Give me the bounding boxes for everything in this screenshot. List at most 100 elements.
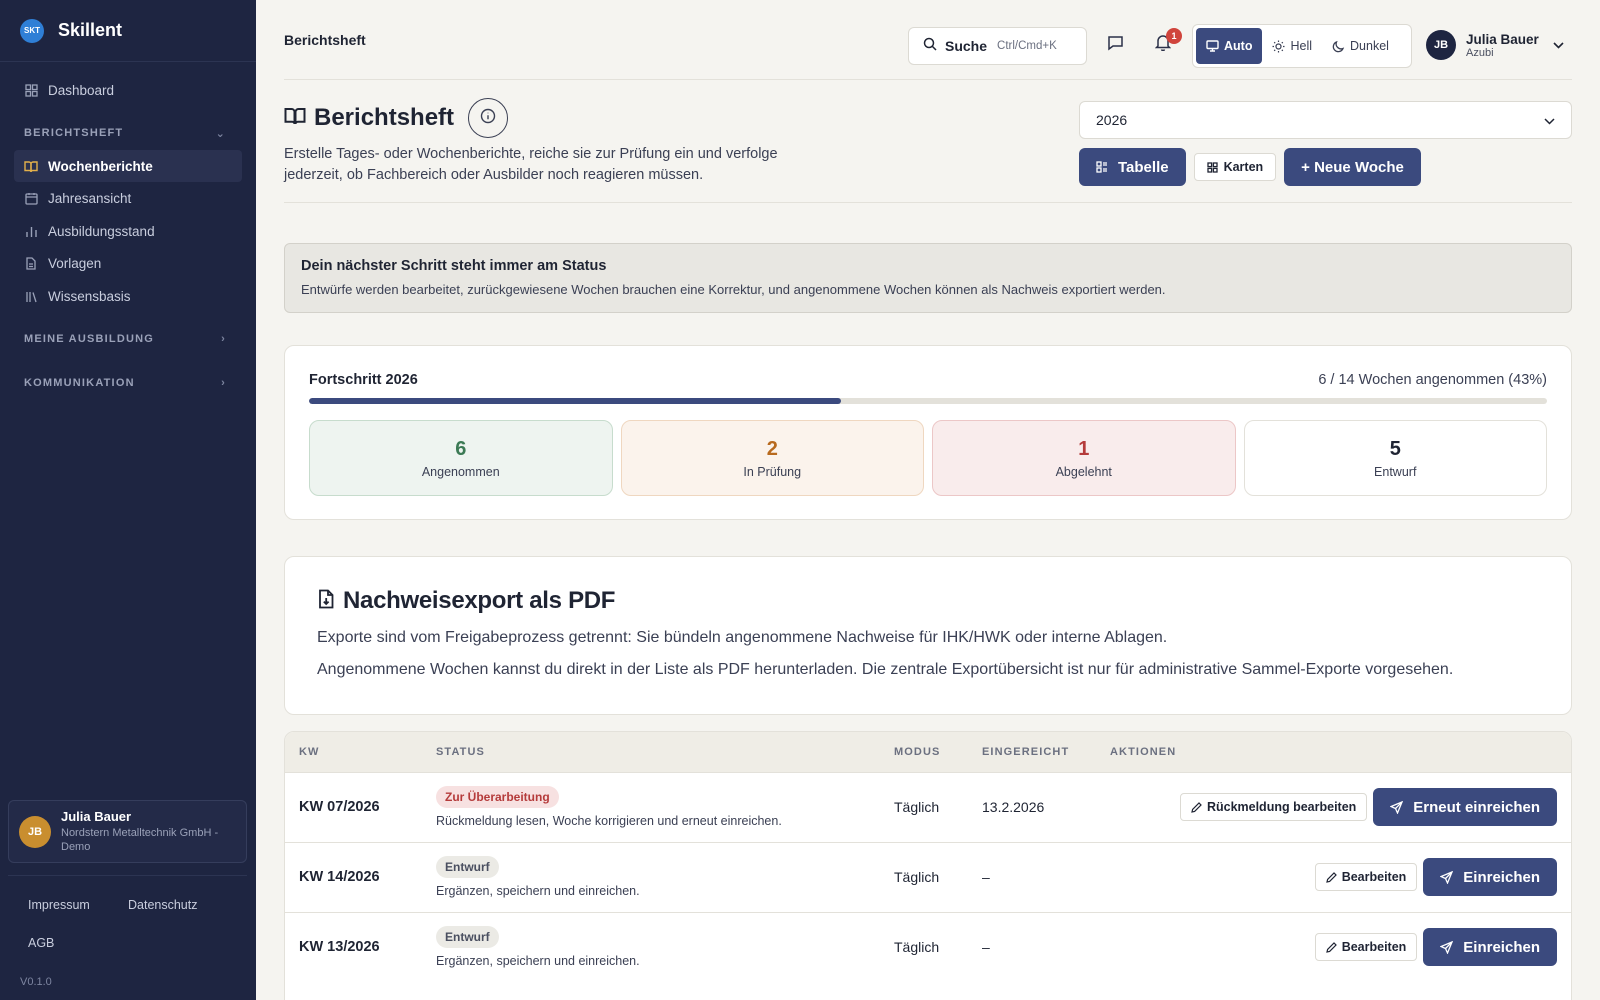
library-icon (24, 289, 38, 303)
row-submitted: – (982, 869, 990, 885)
submit-button[interactable]: Einreichen (1423, 858, 1557, 896)
sidebar-item-dashboard[interactable]: Dashboard (14, 74, 242, 106)
stat-value: 6 (455, 437, 467, 460)
brand-name: Skillent (58, 20, 123, 40)
stat-in-review[interactable]: 2 In Prüfung (620, 420, 924, 496)
column-header-mode[interactable]: MODUS (880, 732, 968, 772)
export-text-2: Angenommene Wochen kannst du direkt in d… (317, 661, 1454, 678)
view-toolbar: Tabelle Karten + Neue Woche (1079, 148, 1421, 186)
row-kw: KW 13/2026 (299, 939, 380, 956)
column-header-submitted[interactable]: EINGEREICHT (968, 732, 1096, 772)
row-mode: Täglich (894, 799, 940, 815)
footer-links: Impressum Datenschutz AGB (20, 898, 240, 974)
edit-button[interactable]: Bearbeiten (1314, 863, 1418, 891)
stat-value: 5 (1389, 437, 1401, 460)
sidebar: SKT Skillent Dashboard BERICHTSHEFT ⌄ Wo… (0, 0, 256, 1000)
search-button[interactable]: Suche Ctrl/Cmd+K (908, 27, 1087, 65)
send-label: Erneut einreichen (1413, 798, 1540, 816)
row-kw: KW 14/2026 (299, 869, 380, 885)
send-icon (1440, 870, 1454, 884)
chevron-down-icon (1544, 112, 1555, 128)
sidebar-item-vorlagen[interactable]: Vorlagen (14, 248, 242, 280)
link-datenschutz[interactable]: Datenschutz (128, 898, 212, 912)
sidebar-user-card[interactable]: JB Julia Bauer Nordstern Metalltechnik G… (8, 800, 247, 863)
table-row[interactable]: KW 07/2026 Zur Überarbeitung Rückmeldung… (285, 772, 1571, 842)
sidebar-section-meine-ausbildung[interactable]: MEINE AUSBILDUNG › (14, 322, 242, 356)
notifications-button[interactable]: 1 (1152, 28, 1182, 56)
column-header-status[interactable]: STATUS (422, 732, 880, 772)
edit-feedback-button[interactable]: Rückmeldung bearbeiten (1179, 793, 1368, 821)
stat-accepted[interactable]: 6 Angenommen (309, 420, 613, 496)
brand-logo: SKT (20, 18, 44, 43)
info-button[interactable] (468, 98, 509, 138)
grid-icon (1206, 161, 1218, 173)
view-table-button[interactable]: Tabelle (1079, 148, 1186, 186)
info-icon (480, 108, 496, 129)
column-header-kw[interactable]: KW (285, 732, 422, 772)
sidebar-section-kommunikation[interactable]: KOMMUNIKATION › (14, 366, 242, 400)
search-label: Suche (945, 38, 988, 54)
submit-button[interactable]: Einreichen (1423, 928, 1557, 967)
row-kw: KW 07/2026 (299, 799, 380, 815)
stat-value: 2 (766, 437, 778, 460)
theme-auto-button[interactable]: Auto (1196, 28, 1263, 64)
book-icon (24, 159, 38, 173)
status-stats: 6 Angenommen 2 In Prüfung 1 Abgelehnt 5 … (309, 420, 1547, 496)
progress-title: Fortschritt 2026 (309, 372, 418, 388)
book-icon (284, 106, 306, 131)
status-hint-banner: Dein nächster Schritt steht immer am Sta… (284, 243, 1572, 313)
send-label: Einreichen (1463, 938, 1540, 956)
theme-light-button[interactable]: Hell (1262, 28, 1322, 64)
progress-summary: 6 / 14 Wochen angenommen (43%) (1318, 372, 1547, 388)
theme-auto-label: Auto (1224, 39, 1253, 53)
stat-draft[interactable]: 5 Entwurf (1243, 420, 1547, 496)
status-hint: Rückmeldung lesen, Woche korrigieren und… (436, 814, 782, 828)
sidebar-item-jahresansicht[interactable]: Jahresansicht (14, 183, 242, 215)
chevron-right-icon: › (221, 333, 226, 345)
pencil-icon (1191, 801, 1202, 813)
pdf-export-card: Nachweisexport als PDF Exporte sind vom … (284, 556, 1572, 715)
monitor-icon (1206, 40, 1219, 52)
stat-label: In Prüfung (743, 464, 802, 479)
user-menu[interactable]: JB Julia Bauer Azubi (1426, 30, 1564, 60)
status-badge: Entwurf (436, 926, 499, 949)
message-icon (1107, 35, 1124, 56)
sidebar-item-ausbildungsstand[interactable]: Ausbildungsstand (14, 215, 242, 247)
link-agb[interactable]: AGB (28, 936, 112, 950)
sidebar-item-wissensbasis[interactable]: Wissensbasis (14, 280, 242, 312)
table-row[interactable]: KW 13/2026 Entwurf Ergänzen, speichern u… (285, 912, 1571, 982)
search-shortcut: Ctrl/Cmd+K (997, 40, 1057, 52)
chevron-right-icon: › (221, 377, 226, 389)
calendar-icon (24, 192, 38, 206)
progress-card: Fortschritt 2026 6 / 14 Wochen angenomme… (284, 345, 1572, 520)
stat-rejected[interactable]: 1 Abgelehnt (932, 420, 1236, 496)
theme-dark-button[interactable]: Dunkel (1322, 28, 1399, 64)
search-icon (923, 37, 937, 56)
export-text-1: Exporte sind vom Freigabeprozess getrenn… (317, 629, 1168, 646)
view-table-label: Tabelle (1118, 158, 1169, 176)
resubmit-button[interactable]: Erneut einreichen (1373, 788, 1557, 826)
view-cards-button[interactable]: Karten (1193, 153, 1277, 181)
stat-label: Abgelehnt (1055, 464, 1112, 479)
table-icon (1096, 161, 1108, 173)
user-name: Julia Bauer (61, 809, 132, 824)
brand[interactable]: SKT Skillent (0, 0, 256, 62)
theme-light-label: Hell (1290, 39, 1313, 53)
year-select[interactable]: 2026 (1079, 101, 1572, 139)
table-row[interactable]: KW 14/2026 Entwurf Ergänzen, speichern u… (285, 842, 1571, 912)
sun-icon (1272, 40, 1285, 53)
new-week-button[interactable]: + Neue Woche (1284, 148, 1421, 186)
sidebar-item-wochenberichte[interactable]: Wochenberichte (14, 150, 242, 182)
topbar: Berichtsheft Suche Ctrl/Cmd+K 1 Auto Hel… (284, 0, 1572, 80)
user-role: Azubi (1466, 46, 1494, 59)
chevron-down-icon (1553, 38, 1564, 52)
avatar: JB (1426, 30, 1456, 60)
sidebar-item-label: Wochenberichte (48, 158, 153, 174)
link-impressum[interactable]: Impressum (28, 898, 112, 912)
edit-button[interactable]: Bearbeiten (1314, 933, 1418, 962)
weeks-table: KW STATUS MODUS EINGEREICHT AKTIONEN KW … (284, 731, 1572, 1000)
sidebar-section-berichtsheft[interactable]: BERICHTSHEFT ⌄ (14, 116, 242, 150)
breadcrumb[interactable]: Berichtsheft (284, 32, 366, 48)
row-mode: Täglich (894, 939, 940, 956)
messages-button[interactable] (1104, 34, 1126, 56)
